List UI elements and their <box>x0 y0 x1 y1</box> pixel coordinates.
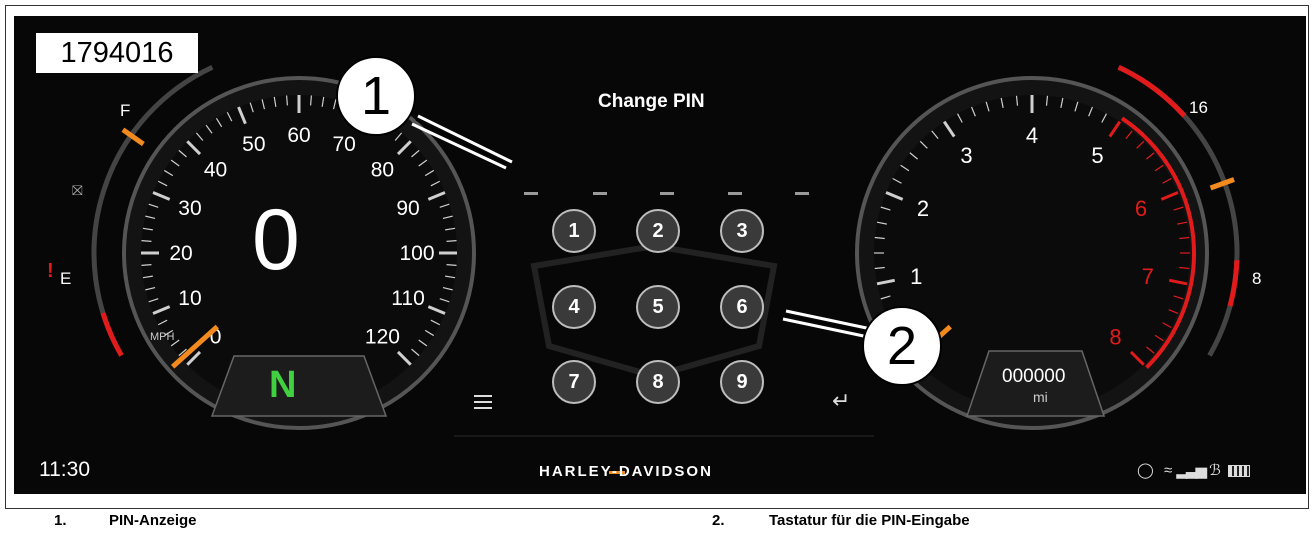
keypad-key-7[interactable]: 7 <box>552 360 596 404</box>
menu-icon[interactable] <box>474 395 492 409</box>
wifi-icon: ≈ <box>1163 462 1173 479</box>
temp-upper-zone <box>1227 260 1240 307</box>
brand-text: HARLEY-DAVIDSON <box>539 463 713 480</box>
speedometer-tick-label: 20 <box>169 242 192 265</box>
pin-digit-2 <box>593 192 607 195</box>
speedometer-tick-label: 30 <box>178 197 201 220</box>
tachometer-tick-label: 8 <box>1109 324 1121 349</box>
signal-bars-icon: ▂▃▅ <box>1176 462 1207 479</box>
speedometer-tick-label: 100 <box>399 242 434 265</box>
caption-2-text: Tastatur für die PIN-Eingabe <box>769 512 970 529</box>
fuel-full-label: F <box>120 101 131 120</box>
keypad-key-9[interactable]: 9 <box>720 360 764 404</box>
speedometer-tick-label: 110 <box>391 287 424 310</box>
tachometer-tick-label: 5 <box>1091 143 1103 168</box>
gear-pod <box>210 355 388 417</box>
speedometer-tick-label: 90 <box>396 197 419 220</box>
keypad-key-3[interactable]: 3 <box>720 209 764 253</box>
tachometer-tick-label: 2 <box>917 196 929 221</box>
keypad-key-5[interactable]: 5 <box>636 285 680 329</box>
keypad-key-1[interactable]: 1 <box>552 209 596 253</box>
back-arrow-icon[interactable]: ↵ <box>832 388 850 414</box>
brand-logo: HARLEY-DAVIDSON <box>539 463 713 480</box>
odometer-value: 000000 <box>1002 366 1066 387</box>
speedometer-tick-label: 50 <box>242 133 265 156</box>
speedometer-tick <box>141 264 152 266</box>
speedometer-tick-label: 70 <box>332 133 355 156</box>
keypad-key-6[interactable]: 6 <box>720 285 764 329</box>
speed-value: 0 <box>252 192 300 288</box>
callout-2: 2 <box>862 306 942 386</box>
gear-indicator: N <box>269 364 297 406</box>
caption-2-number: 2. <box>712 512 725 529</box>
tachometer-tick-label: 3 <box>960 143 972 168</box>
pin-title: Change PIN <box>598 91 705 112</box>
speedometer-tick <box>141 240 152 242</box>
dashboard-screen: 0 10 20 30 40 50 60 70 80 90 100 110 120 1 2 3 4 5 6 7 8 Cha… <box>14 16 1306 494</box>
caption-1-number: 1. <box>54 512 67 529</box>
fuel-pump-icon: ⛝ <box>72 182 83 198</box>
fuel-empty-label: E <box>60 269 72 288</box>
tachometer-tick-label: 6 <box>1135 196 1147 221</box>
pin-digit-4 <box>728 192 742 195</box>
speed-unit: MPH <box>150 331 175 343</box>
headphones-icon: ◯ <box>1137 462 1154 479</box>
speedometer-tick-label: 80 <box>371 159 394 182</box>
speedometer-tick <box>446 264 457 266</box>
tachometer-tick-label: 7 <box>1142 264 1154 289</box>
gauge-graphics: 01020304050 60 70809010011012012345678 <box>91 64 1240 474</box>
temp-low-label: 8 <box>1252 269 1262 288</box>
callout-1: 1 <box>336 56 416 136</box>
clock: 11:30 <box>39 458 90 481</box>
figure-id: 1794016 <box>36 33 198 73</box>
pin-digit-3 <box>660 192 674 195</box>
speedometer-tick <box>446 240 457 242</box>
speedometer-tick-label: 120 <box>365 325 400 348</box>
speedometer-tick-label: 60 <box>287 124 310 147</box>
status-icons: ◯ ≈ ▂▃▅ ℬ <box>1137 461 1251 479</box>
speedometer-tick <box>310 95 312 106</box>
odometer-unit: mi <box>1033 389 1048 405</box>
caption-1-text: PIN-Anzeige <box>109 512 197 529</box>
pin-digit-5 <box>795 192 809 195</box>
tachometer-tick-label: 4 <box>1026 123 1038 148</box>
speedometer-tick-label: 40 <box>204 159 227 182</box>
low-fuel-warning-icon: ! <box>47 260 54 282</box>
keypad-key-8[interactable]: 8 <box>636 360 680 404</box>
temp-high-label: 16 <box>1189 98 1208 117</box>
keypad-key-2[interactable]: 2 <box>636 209 680 253</box>
speedometer-tick-label: 10 <box>178 287 201 310</box>
pin-digit-1 <box>524 192 538 195</box>
speedometer-tick <box>286 95 288 106</box>
tachometer-tick-label: 1 <box>910 264 922 289</box>
battery-icon <box>1228 465 1251 478</box>
keypad-key-4[interactable]: 4 <box>552 285 596 329</box>
bluetooth-icon: ℬ <box>1209 462 1221 479</box>
fuel-low-zone <box>100 312 124 357</box>
